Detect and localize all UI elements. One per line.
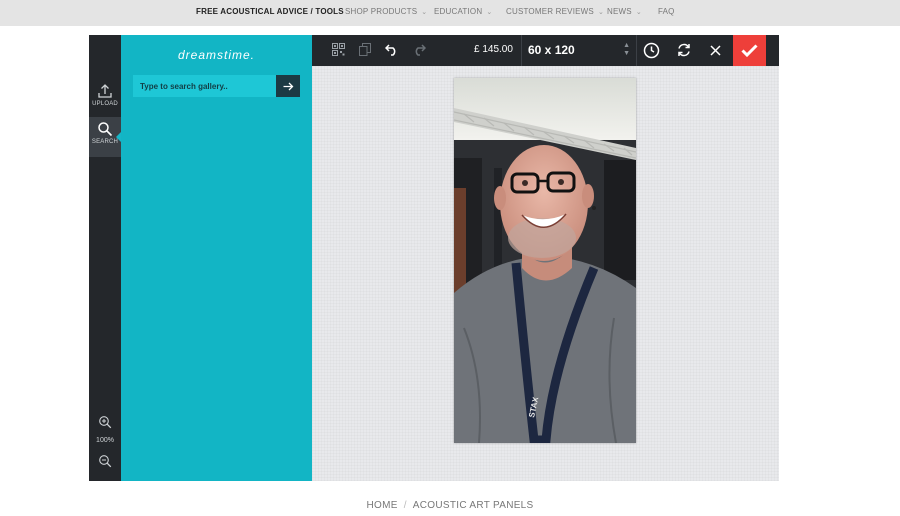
nav-item-acoustical-advice[interactable]: FREE ACOUSTICAL ADVICE / TOOLS bbox=[196, 7, 344, 16]
nav-item-customer-reviews[interactable]: CUSTOMER REVIEWS ⌄ bbox=[506, 7, 604, 16]
copy-icon[interactable] bbox=[359, 43, 371, 56]
chevron-down-icon: ⌄ bbox=[486, 9, 493, 16]
chevron-down-icon: ⌄ bbox=[421, 9, 428, 16]
design-canvas[interactable]: STAX bbox=[312, 66, 779, 481]
clock-icon[interactable] bbox=[643, 42, 660, 59]
gallery-panel: dreamstime. Type to search gallery.. bbox=[121, 35, 312, 481]
top-navigation: FREE ACOUSTICAL ADVICE / TOOLS SHOP PROD… bbox=[0, 0, 900, 26]
print-editor: UPLOAD SEARCH 100% dreamstime. Type to s… bbox=[89, 35, 779, 481]
refresh-icon[interactable] bbox=[676, 42, 692, 58]
breadcrumb: HOME / ACOUSTIC ART PANELS bbox=[0, 500, 900, 511]
nav-item-education[interactable]: EDUCATION ⌄ bbox=[434, 7, 492, 16]
price-display: £ 145.00 bbox=[474, 44, 513, 55]
size-stepper-icon[interactable]: ▲ ▼ bbox=[623, 42, 630, 58]
confirm-button[interactable] bbox=[733, 35, 766, 66]
chevron-down-icon: ⌄ bbox=[597, 9, 605, 16]
qr-icon[interactable] bbox=[332, 43, 345, 56]
search-icon bbox=[98, 122, 113, 137]
check-icon bbox=[741, 44, 758, 57]
search-submit-button[interactable] bbox=[276, 75, 300, 97]
undo-icon[interactable] bbox=[385, 43, 399, 56]
dreamstime-logo: dreamstime. bbox=[177, 48, 256, 62]
redo-icon[interactable] bbox=[412, 43, 426, 56]
breadcrumb-separator: / bbox=[403, 500, 407, 511]
editor-toolbar: £ 145.00 60 x 120 ▲ ▼ bbox=[312, 35, 779, 66]
chevron-down-icon: ⌄ bbox=[635, 9, 642, 16]
zoom-level: 100% bbox=[96, 437, 114, 444]
zoom-out-icon[interactable] bbox=[98, 454, 112, 468]
close-icon[interactable] bbox=[710, 45, 721, 56]
zoom-in-icon[interactable] bbox=[98, 415, 112, 429]
size-selector[interactable]: 60 x 120 ▲ ▼ bbox=[521, 35, 637, 66]
nav-item-faq[interactable]: FAQ bbox=[658, 7, 675, 16]
preview-photo[interactable]: STAX bbox=[454, 78, 636, 443]
nav-item-shop-products[interactable]: SHOP PRODUCTS ⌄ bbox=[345, 7, 427, 16]
size-value: 60 x 120 bbox=[528, 43, 575, 57]
upload-button[interactable]: UPLOAD bbox=[89, 79, 121, 119]
breadcrumb-home-link[interactable]: HOME bbox=[366, 500, 397, 511]
portrait-image: STAX bbox=[454, 78, 636, 443]
arrow-right-icon bbox=[283, 82, 293, 90]
gallery-search-input[interactable]: Type to search gallery.. bbox=[133, 75, 276, 97]
upload-icon bbox=[98, 84, 112, 98]
breadcrumb-current[interactable]: ACOUSTIC ART PANELS bbox=[413, 500, 534, 511]
search-button[interactable]: SEARCH bbox=[89, 117, 122, 157]
nav-item-news[interactable]: NEWS ⌄ bbox=[607, 7, 642, 16]
tool-rail: UPLOAD SEARCH 100% bbox=[89, 35, 122, 481]
